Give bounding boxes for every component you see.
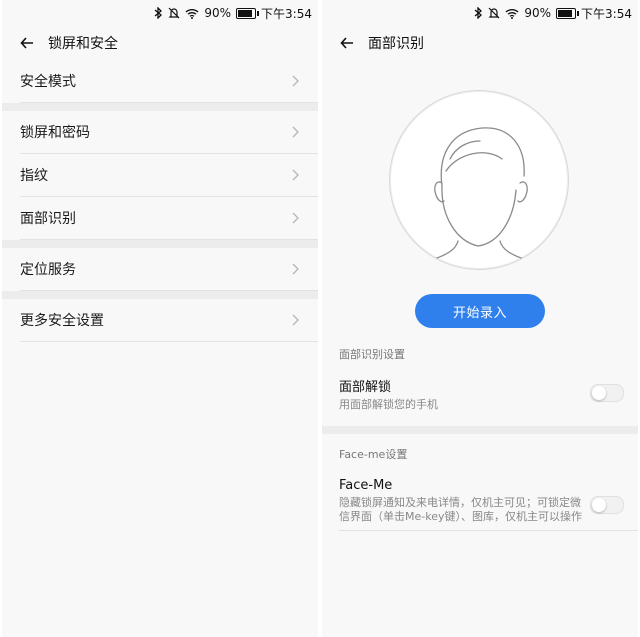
wifi-icon	[185, 8, 199, 19]
chevron-right-icon	[290, 169, 300, 181]
settings-item-label: 面部识别	[20, 211, 76, 227]
app-bar: 锁屏和安全	[2, 26, 318, 60]
toggle-knob	[592, 386, 606, 400]
section-title-face-settings: 面部识别设置	[339, 348, 405, 361]
face-illustration-area	[322, 60, 638, 270]
settings-item-location[interactable]: 定位服务	[20, 248, 318, 291]
setting-description: 隐藏锁屏通知及来电详情，仅机主可见；可锁定微信界面（单击Me-key键）、图库，…	[339, 496, 582, 523]
chevron-right-icon	[290, 75, 300, 87]
settings-item-label: 安全模式	[20, 74, 76, 90]
chevron-right-icon	[290, 212, 300, 224]
settings-item-label: 更多安全设置	[20, 313, 104, 329]
battery-icon	[556, 7, 580, 19]
silent-icon	[488, 7, 500, 19]
app-bar: 面部识别	[322, 26, 638, 60]
battery-icon	[236, 7, 260, 19]
settings-group-2: 锁屏和密码 指纹 面部识别	[2, 111, 318, 240]
settings-group-3: 定位服务	[2, 248, 318, 291]
battery-percent: 90%	[524, 6, 552, 20]
group-separator	[322, 426, 638, 434]
setting-title: Face-Me	[339, 478, 393, 493]
setting-face-me[interactable]: Face-Me 隐藏锁屏通知及来电详情，仅机主可见；可锁定微信界面（单击Me-k…	[339, 478, 638, 531]
chevron-right-icon	[290, 314, 300, 326]
settings-item-lock-password[interactable]: 锁屏和密码	[20, 111, 318, 154]
group-separator	[2, 103, 318, 111]
security-settings-screen: 90% 下午3:54 锁屏和安全 安全模式 锁屏和密码 指纹 面部识别 定位服务…	[2, 0, 318, 637]
clock: 下午3:54	[581, 6, 632, 21]
group-separator	[2, 291, 318, 299]
start-enroll-button[interactable]: 开始录入	[415, 294, 545, 328]
clock: 下午3:54	[261, 6, 312, 21]
setting-face-unlock[interactable]: 面部解锁 用面部解锁您的手机	[339, 376, 638, 416]
face-me-toggle[interactable]	[590, 496, 624, 514]
page-title: 锁屏和安全	[48, 36, 118, 52]
status-bar: 90% 下午3:54	[322, 0, 638, 26]
settings-item-label: 指纹	[20, 168, 48, 184]
battery-percent: 90%	[204, 6, 232, 20]
bluetooth-icon	[154, 7, 163, 19]
face-outline-illustration	[389, 90, 569, 270]
settings-group-4: 更多安全设置	[2, 299, 318, 342]
section-title-face-me: Face-me设置	[339, 448, 408, 461]
back-arrow-icon[interactable]	[340, 36, 354, 50]
group-separator	[2, 240, 318, 248]
settings-group-1: 安全模式	[2, 60, 318, 103]
settings-item-fingerprint[interactable]: 指纹	[20, 154, 318, 197]
setting-description: 用面部解锁您的手机	[339, 398, 438, 411]
wifi-icon	[505, 8, 519, 19]
face-unlock-toggle[interactable]	[590, 384, 624, 402]
face-recognition-screen: 90% 下午3:54 面部识别 开始录入 面部识别设置 面部解锁 用面部解锁您的…	[322, 0, 638, 637]
settings-item-label: 锁屏和密码	[20, 125, 90, 141]
chevron-right-icon	[290, 126, 300, 138]
start-button-container: 开始录入	[322, 294, 638, 328]
settings-item-face-recognition[interactable]: 面部识别	[20, 197, 318, 240]
silent-icon	[168, 7, 180, 19]
page-title: 面部识别	[368, 36, 424, 52]
settings-item-label: 定位服务	[20, 262, 76, 278]
bluetooth-icon	[474, 7, 483, 19]
setting-title: 面部解锁	[339, 380, 392, 395]
settings-item-more-security[interactable]: 更多安全设置	[20, 299, 318, 342]
chevron-right-icon	[290, 263, 300, 275]
toggle-knob	[592, 498, 606, 512]
settings-item-safe-mode[interactable]: 安全模式	[20, 60, 318, 103]
status-bar: 90% 下午3:54	[2, 0, 318, 26]
back-arrow-icon[interactable]	[20, 36, 34, 50]
